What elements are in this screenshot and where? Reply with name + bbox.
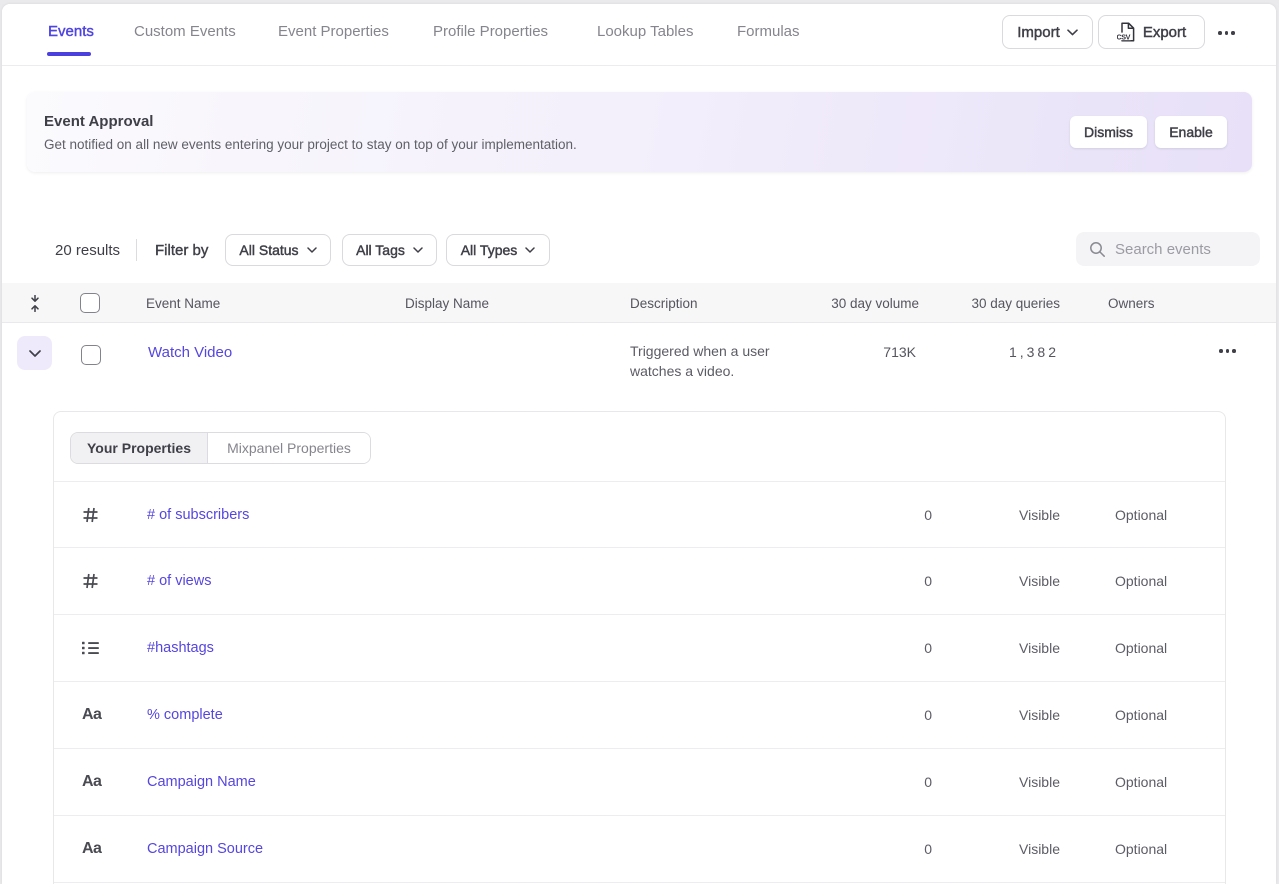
svg-text:CSV: CSV <box>1117 32 1131 41</box>
